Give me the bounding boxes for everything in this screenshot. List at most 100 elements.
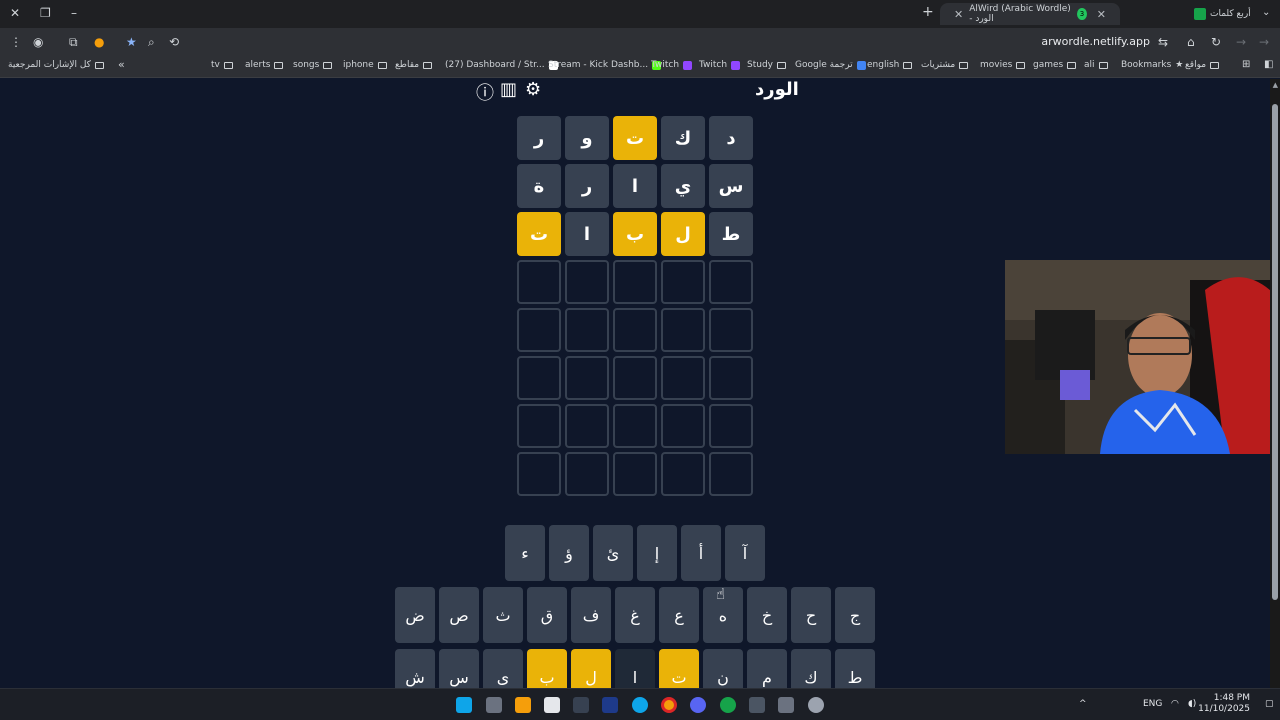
- tab-search-icon[interactable]: ⌄: [1262, 7, 1270, 18]
- chrome-icon[interactable]: [661, 697, 677, 713]
- keyboard-key[interactable]: أ: [681, 525, 721, 581]
- bookmark-translate[interactable]: Google ترجمة: [795, 60, 866, 70]
- keyboard-key[interactable]: غ: [615, 587, 655, 643]
- home-icon[interactable]: ⌂: [1187, 35, 1195, 49]
- tab-arba-kalimat[interactable]: أربع كلمات: [1190, 3, 1251, 25]
- keyboard-key[interactable]: ء: [505, 525, 545, 581]
- volume-icon[interactable]: ◖): [1188, 699, 1196, 709]
- keyboard-key[interactable]: ع: [659, 587, 699, 643]
- extensions-icon[interactable]: ⧉: [69, 35, 78, 50]
- keyboard-key[interactable]: ث: [483, 587, 523, 643]
- board-tile: [565, 356, 609, 400]
- keyboard-key[interactable]: ق: [527, 587, 567, 643]
- bookmark-star-icon[interactable]: ★: [126, 35, 137, 49]
- keyboard-key[interactable]: ص: [439, 587, 479, 643]
- bookmark-twitch-2[interactable]: Twitch: [699, 60, 741, 70]
- keyboard-key[interactable]: ؤ: [549, 525, 589, 581]
- scrollbar-thumb[interactable]: [1272, 104, 1278, 600]
- edge-icon[interactable]: [632, 697, 648, 713]
- board-tile: ت: [517, 212, 561, 256]
- forward-icon[interactable]: →: [1236, 35, 1246, 49]
- keyboard-key[interactable]: ئ: [593, 525, 633, 581]
- notifications-icon[interactable]: ▢: [1265, 699, 1274, 709]
- profile-icon[interactable]: ◉: [33, 35, 43, 49]
- keyboard-key[interactable]: م: [747, 649, 787, 688]
- bookmark-english[interactable]: english: [867, 60, 913, 70]
- keyboard-key[interactable]: ا: [615, 649, 655, 688]
- keyboard-key[interactable]: ف: [571, 587, 611, 643]
- keyboard-key[interactable]: ن: [703, 649, 743, 688]
- steam-icon[interactable]: [602, 697, 618, 713]
- settings-gear-icon[interactable]: ⚙: [525, 79, 541, 100]
- bookmark-kick[interactable]: Stream - Kick Dashb...: [548, 60, 662, 70]
- bookmark-dashboard[interactable]: (27) Dashboard / Str...: [445, 60, 558, 70]
- side-panel-icon[interactable]: ◧: [1264, 59, 1273, 70]
- clock[interactable]: 1:48 PM 11/10/2025: [1198, 693, 1250, 715]
- keyboard-key[interactable]: آ: [725, 525, 765, 581]
- bookmark-games[interactable]: games: [1033, 60, 1077, 70]
- bookmark-sites[interactable]: مواقع: [1185, 60, 1220, 70]
- reload-icon[interactable]: ↻: [1211, 35, 1221, 49]
- windows-start-icon[interactable]: [456, 697, 472, 713]
- apps-grid-icon[interactable]: ⊞: [1242, 59, 1250, 70]
- new-tab-icon[interactable]: +: [922, 4, 934, 20]
- back-icon[interactable]: →: [1259, 35, 1269, 49]
- close-tab-icon[interactable]: ✕: [954, 8, 963, 21]
- app-icon[interactable]: [749, 697, 765, 713]
- keyboard-key[interactable]: ب: [527, 649, 567, 688]
- bookmark-ali[interactable]: ali: [1084, 60, 1108, 70]
- url-field[interactable]: arwordle.netlify.app: [1041, 35, 1150, 48]
- close-window-icon[interactable]: ✕: [10, 6, 20, 20]
- keyboard-key[interactable]: ط: [835, 649, 875, 688]
- keyboard-key[interactable]: ك: [791, 649, 831, 688]
- keyboard-key[interactable]: ى: [483, 649, 523, 688]
- stats-icon[interactable]: ▥: [500, 79, 517, 100]
- obs-icon[interactable]: [808, 697, 824, 713]
- bookmark-label: Study: [747, 60, 773, 70]
- bookmark-alerts[interactable]: alerts: [245, 60, 284, 70]
- scroll-up-icon[interactable]: ▲: [1273, 81, 1278, 89]
- language-indicator[interactable]: ENG: [1143, 699, 1162, 709]
- calendar-app-icon[interactable]: [544, 697, 560, 713]
- keyboard-key[interactable]: ح: [791, 587, 831, 643]
- task-view-icon[interactable]: [486, 697, 502, 713]
- menu-icon[interactable]: ⋮: [10, 35, 22, 49]
- help-icon[interactable]: ⓘ: [476, 79, 494, 105]
- keyboard-key[interactable]: ش: [395, 649, 435, 688]
- wifi-icon[interactable]: ◠: [1171, 699, 1179, 709]
- keyboard-key[interactable]: س: [439, 649, 479, 688]
- bookmark-movies[interactable]: movies: [980, 60, 1026, 70]
- tray-expand-icon[interactable]: ^: [1079, 699, 1087, 709]
- bookmark-all[interactable]: كل الإشارات المرجعية: [8, 60, 104, 70]
- tab-alwird[interactable]: ✕ AlWird (Arabic Wordle) - الورد 3 ✕: [940, 3, 1120, 25]
- keyboard-key[interactable]: ج: [835, 587, 875, 643]
- bookmark-songs[interactable]: songs: [293, 60, 333, 70]
- bookmark-purchases[interactable]: مشتريات: [921, 60, 969, 70]
- keyboard-key[interactable]: ض: [395, 587, 435, 643]
- keyboard-key[interactable]: إ: [637, 525, 677, 581]
- file-explorer-icon[interactable]: [515, 697, 531, 713]
- board-tile: ي: [661, 164, 705, 208]
- keyboard-key[interactable]: خ: [747, 587, 787, 643]
- bookmark-bookmarks[interactable]: Bookmarks ★: [1121, 60, 1183, 70]
- extension-icon[interactable]: ●: [94, 35, 104, 49]
- bookmark-tv[interactable]: tv: [211, 60, 233, 70]
- app-icon[interactable]: [778, 697, 794, 713]
- bookmark-study[interactable]: Study: [747, 60, 786, 70]
- keyboard-key[interactable]: ل: [571, 649, 611, 688]
- more-bookmarks-icon[interactable]: «: [118, 58, 125, 71]
- discord-icon[interactable]: [690, 697, 706, 713]
- bookmark-twitch-1[interactable]: Twitch: [651, 60, 693, 70]
- bookmark-iphone[interactable]: iphone: [343, 60, 387, 70]
- site-settings-icon[interactable]: ⇆: [1158, 35, 1168, 49]
- share-icon[interactable]: ⟲: [169, 35, 179, 49]
- xbox-icon[interactable]: [720, 697, 736, 713]
- restore-window-icon[interactable]: ❐: [40, 6, 51, 20]
- bookmark-clips[interactable]: مقاطع: [395, 60, 433, 70]
- zoom-icon[interactable]: ⌕: [148, 35, 155, 50]
- keyboard-key[interactable]: ت: [659, 649, 699, 688]
- bookmark-label: english: [867, 60, 900, 70]
- close-tab-icon[interactable]: ✕: [1097, 8, 1106, 21]
- calculator-icon[interactable]: [573, 697, 589, 713]
- minimize-window-icon[interactable]: –: [71, 6, 77, 20]
